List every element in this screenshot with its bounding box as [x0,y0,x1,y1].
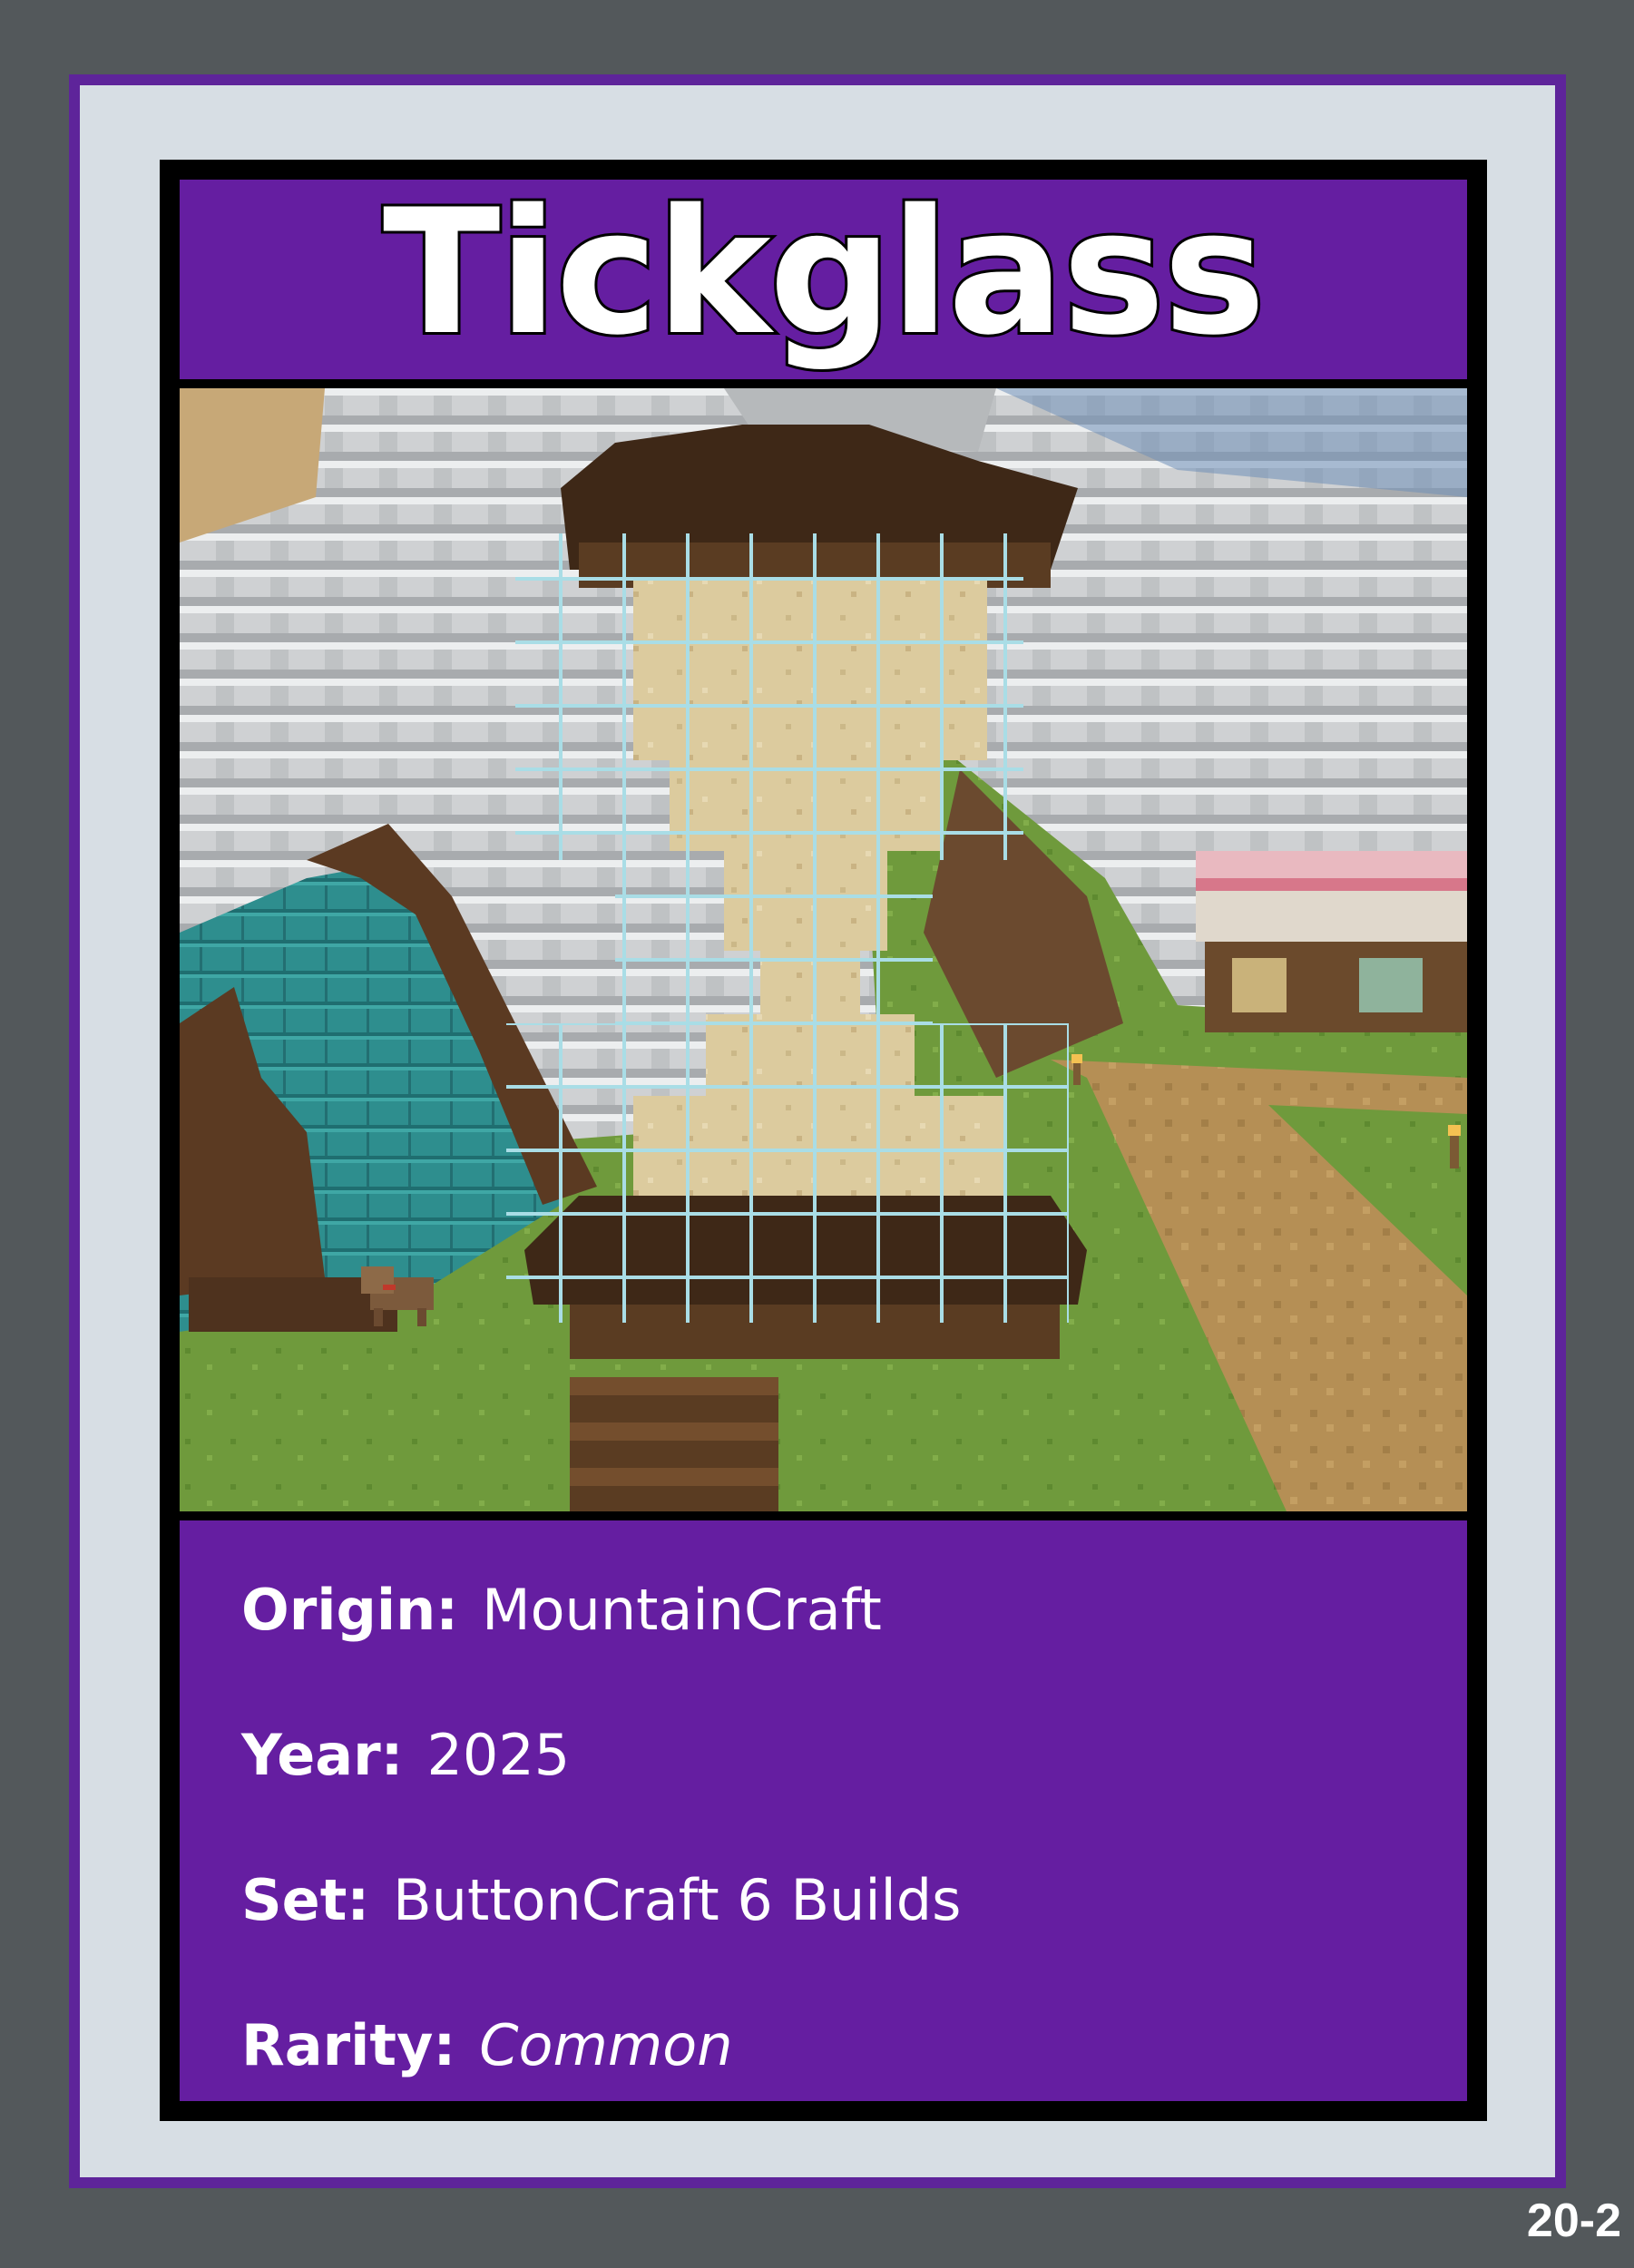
field-set: Set: ButtonCraft 6 Builds [241,1867,961,1933]
field-label: Rarity: [241,2012,456,2078]
field-year: Year: 2025 [241,1722,570,1788]
field-label: Year: [241,1722,404,1788]
field-value: 2025 [426,1722,571,1788]
card-image [180,388,1467,1511]
field-value: Common [479,2012,733,2078]
field-value: ButtonCraft 6 Builds [393,1867,962,1933]
trading-card: Tickglass Origin: MountainCraft Year: 20… [69,74,1566,2188]
field-label: Origin: [241,1577,459,1643]
screenshot-image [180,388,1467,1511]
info-panel: Origin: MountainCraft Year: 2025 Set: Butto… [180,1520,1467,2101]
field-value: MountainCraft [482,1577,882,1643]
title-band: Tickglass [180,180,1467,379]
field-label: Set: [241,1867,370,1933]
card-inner-frame: Tickglass Origin: MountainCraft Year: 20… [160,160,1487,2121]
field-rarity: Rarity: Common [241,2012,733,2078]
field-origin: Origin: MountainCraft [241,1577,882,1643]
card-number: 20-2 [1526,2195,1621,2247]
card-title: Tickglass [380,172,1268,373]
